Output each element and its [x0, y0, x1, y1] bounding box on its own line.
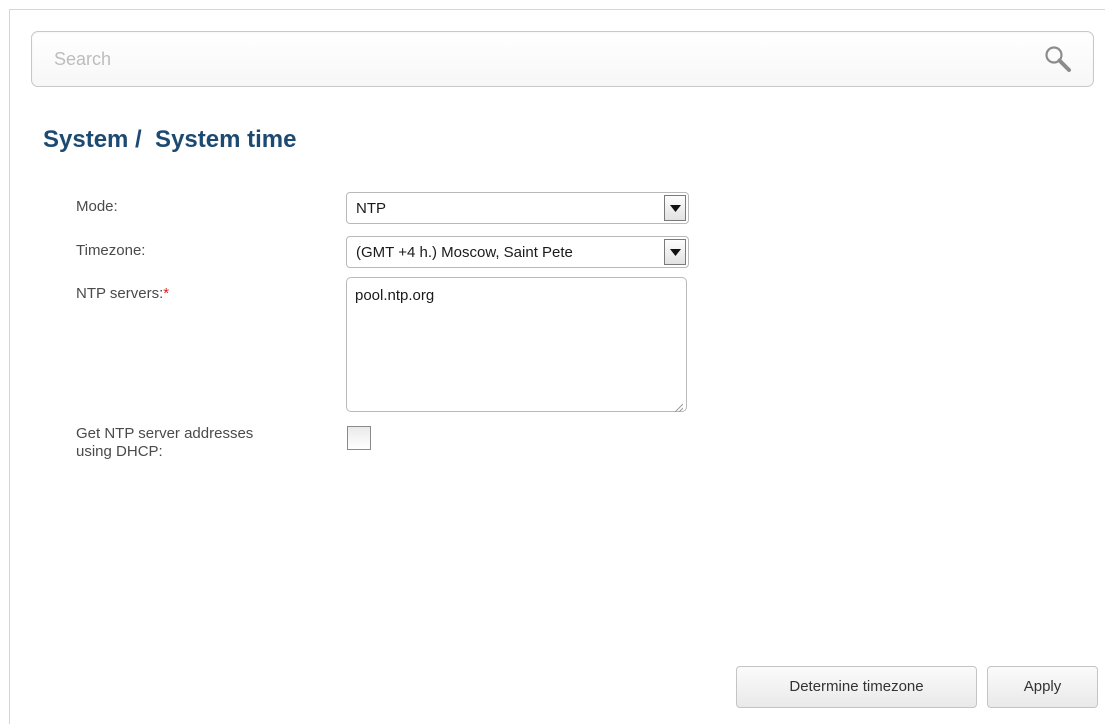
- apply-button[interactable]: Apply: [987, 666, 1098, 708]
- ntp-servers-textarea[interactable]: pool.ntp.org: [347, 278, 686, 411]
- dhcp-label-line1: Get NTP server addresses: [76, 425, 254, 442]
- dhcp-checkbox[interactable]: [347, 426, 371, 450]
- dhcp-label-line2: using DHCP:: [76, 443, 163, 460]
- search-bar[interactable]: [31, 31, 1094, 87]
- page-title: System / System time: [43, 126, 297, 153]
- timezone-select-value: (GMT +4 h.) Moscow, Saint Pete: [356, 244, 573, 261]
- search-input[interactable]: [33, 33, 1044, 85]
- required-marker: *: [163, 285, 170, 302]
- ntp-servers-label: NTP servers:*: [76, 285, 169, 302]
- resize-grip-icon[interactable]: [674, 399, 684, 413]
- mode-select-value: NTP: [356, 200, 386, 217]
- timezone-label: Timezone:: [76, 242, 146, 259]
- search-icon[interactable]: [1042, 43, 1074, 75]
- mode-label: Mode:: [76, 198, 118, 215]
- ntp-servers-field[interactable]: pool.ntp.org: [346, 277, 687, 413]
- settings-panel: System / System time Mode: NTP Timezone:…: [9, 9, 1105, 724]
- timezone-select[interactable]: (GMT +4 h.) Moscow, Saint Pete: [346, 236, 689, 268]
- determine-timezone-button[interactable]: Determine timezone: [736, 666, 977, 708]
- chevron-down-icon[interactable]: [664, 195, 686, 221]
- dhcp-label: Get NTP server addresses using DHCP:: [76, 425, 253, 461]
- ntp-servers-label-text: NTP servers:: [76, 285, 164, 302]
- mode-select[interactable]: NTP: [346, 192, 689, 224]
- chevron-down-icon[interactable]: [664, 239, 686, 265]
